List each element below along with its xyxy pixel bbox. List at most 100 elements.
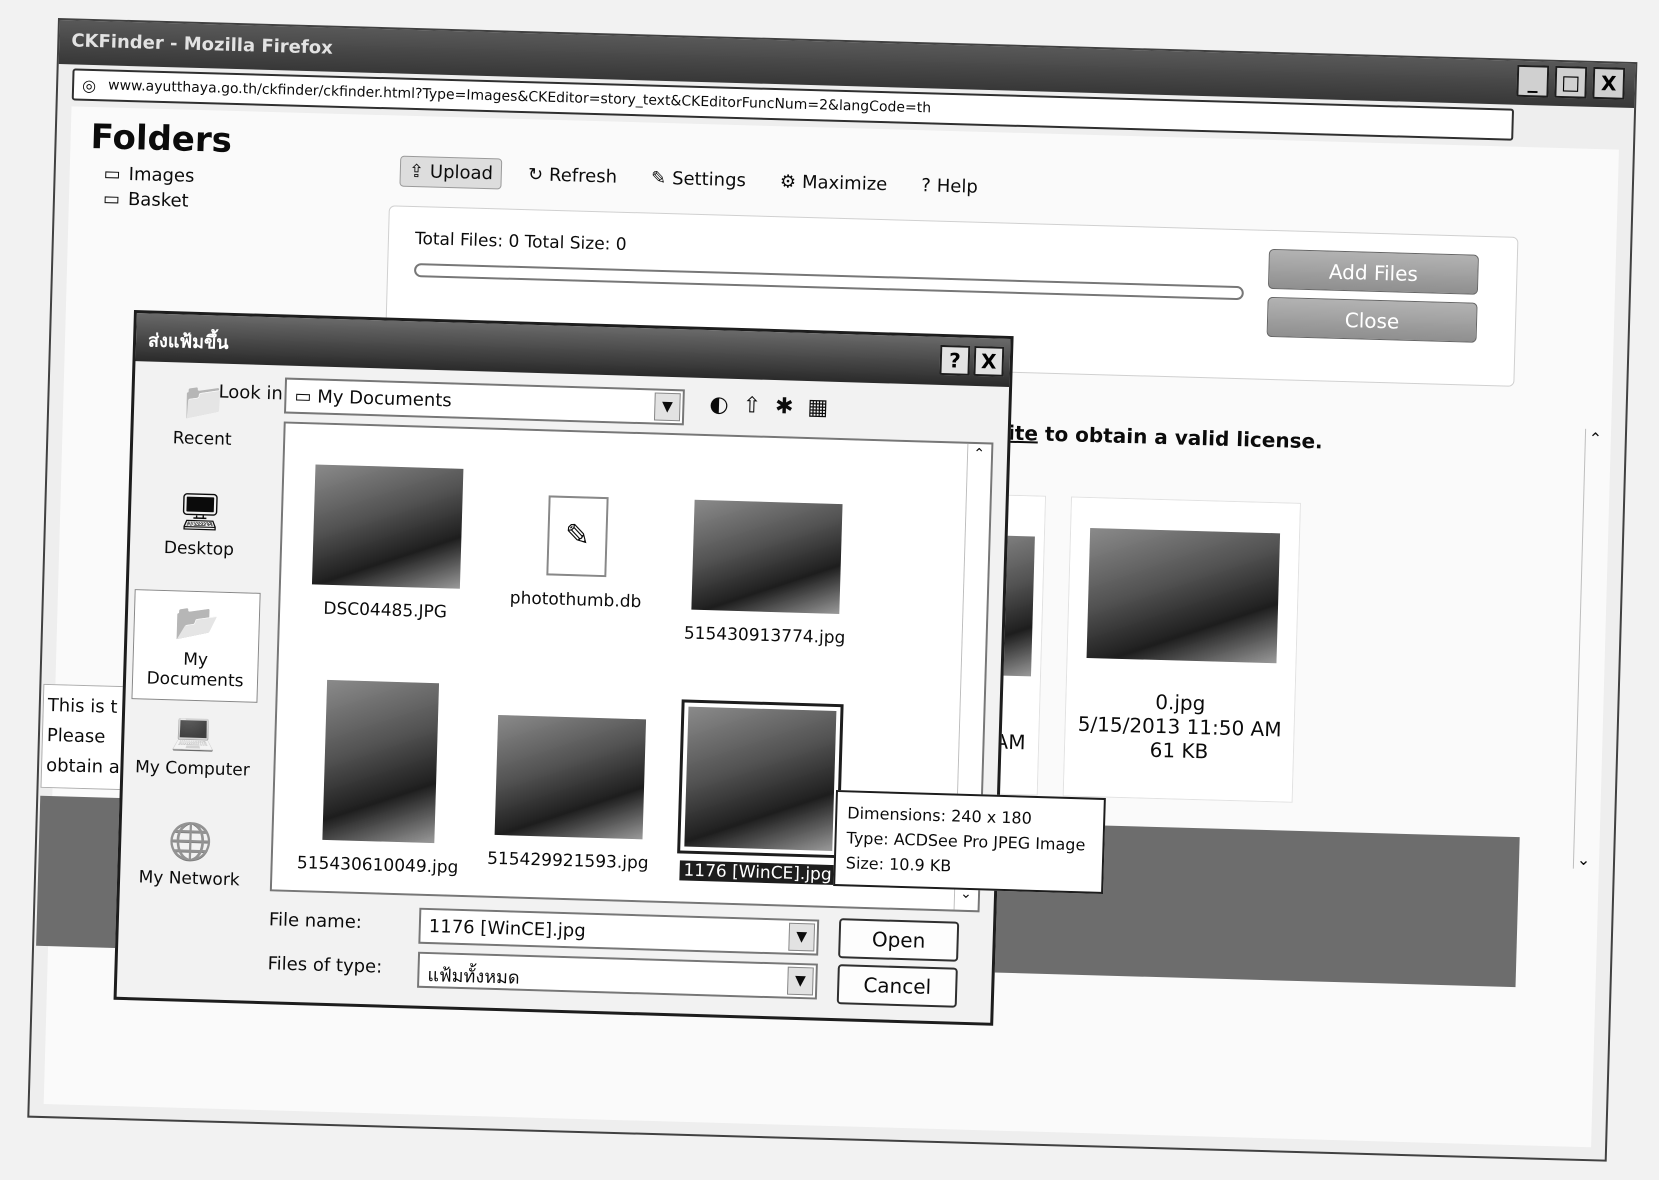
close-window-button[interactable]: X bbox=[1592, 66, 1626, 100]
chevron-down-icon[interactable]: ▼ bbox=[653, 392, 681, 422]
place-my-computer[interactable]: 💻 My Computer bbox=[128, 699, 257, 813]
my-documents-icon: 📂 bbox=[173, 602, 220, 645]
folder-icon: ▭ bbox=[103, 163, 121, 185]
place-label: My Network bbox=[138, 867, 240, 891]
help-button[interactable]: ? Help bbox=[913, 171, 986, 202]
scroll-down-icon: ⌄ bbox=[1576, 849, 1591, 870]
help-label: Help bbox=[936, 175, 979, 198]
file-open-dialog: ส่งแฟ้มขึ้น ? X 📁 Recent 🖥 Desktop 📂 My … bbox=[113, 310, 1014, 1026]
dialog-close-button[interactable]: X bbox=[973, 345, 1005, 377]
place-label: My Computer bbox=[134, 757, 251, 781]
browser-title: CKFinder - Mozilla Firefox bbox=[71, 30, 334, 59]
file-label: 1176 [WinCE].jpg bbox=[679, 860, 836, 886]
place-label: Recent bbox=[172, 428, 232, 450]
file-name-value: 1176 [WinCE].jpg bbox=[428, 916, 586, 942]
cancel-button[interactable]: Cancel bbox=[836, 964, 958, 1008]
upload-button[interactable]: ⇪ Upload bbox=[399, 155, 503, 190]
folder-label: Basket bbox=[127, 189, 189, 212]
window-controls: _ □ X bbox=[1516, 64, 1626, 100]
settings-label: Settings bbox=[671, 168, 747, 192]
folder-item-images[interactable]: ▭ Images bbox=[103, 163, 369, 191]
file-item-selected[interactable]: 1176 [WinCE].jpg bbox=[672, 690, 848, 886]
maximize-button[interactable]: ⚙ Maximize bbox=[771, 167, 895, 199]
file-label: 515429921593.jpg bbox=[486, 848, 649, 874]
up-folder-icon[interactable]: ⇧ bbox=[742, 393, 761, 419]
ckfinder-toolbar: ⇪ Upload ↻ Refresh ✎ Settings ⚙ Maximize… bbox=[399, 155, 986, 203]
settings-icon: ✎ bbox=[650, 167, 667, 190]
file-type-label: Files of type: bbox=[267, 953, 383, 978]
refresh-button[interactable]: ↻ Refresh bbox=[520, 160, 626, 192]
globe-icon: ◎ bbox=[81, 75, 97, 96]
chevron-down-icon[interactable]: ▼ bbox=[788, 922, 816, 952]
refresh-label: Refresh bbox=[548, 164, 618, 188]
places-bar: 📁 Recent 🖥 Desktop 📂 My Documents 💻 My C… bbox=[123, 369, 267, 994]
file-card-0jpg[interactable]: 0.jpg 5/15/2013 11:50 AM 61 KB bbox=[1062, 496, 1301, 803]
folder-icon: ▭ bbox=[102, 188, 121, 210]
file-item[interactable]: 515430913774.jpg bbox=[679, 475, 854, 648]
place-label: My Documents bbox=[146, 649, 244, 692]
scroll-up-icon: ⌃ bbox=[1588, 428, 1603, 449]
upload-label: Upload bbox=[429, 161, 494, 185]
place-label: Desktop bbox=[163, 537, 235, 561]
chevron-down-icon[interactable]: ▼ bbox=[786, 966, 814, 996]
refresh-icon: ↻ bbox=[527, 164, 544, 186]
file-item[interactable]: DSC04485.JPG bbox=[300, 464, 474, 623]
dialog-nav-icons: ◐ ⇧ ✱ ▦ bbox=[709, 392, 829, 421]
folders-panel: Folders ▭ Images ▭ Basket bbox=[89, 117, 372, 221]
help-icon: ? bbox=[920, 175, 932, 197]
desktop-icon: 🖥 bbox=[176, 491, 224, 534]
look-in-label: Look in: bbox=[218, 381, 290, 405]
dialog-controls: ? X bbox=[939, 344, 1005, 377]
folder-label: Images bbox=[128, 164, 195, 187]
file-type-value: แฟ้มทั้งหมด bbox=[427, 965, 520, 989]
file-tooltip: Dimensions: 240 x 180 Type: ACDSee Pro J… bbox=[833, 790, 1106, 894]
file-label: 515430913774.jpg bbox=[683, 623, 846, 649]
place-my-documents[interactable]: 📂 My Documents bbox=[131, 589, 261, 703]
open-button[interactable]: Open bbox=[838, 918, 960, 962]
license-text: to obtain a valid license. bbox=[1037, 421, 1324, 454]
back-icon[interactable]: ◐ bbox=[709, 392, 729, 418]
add-files-button[interactable]: Add Files bbox=[1267, 248, 1479, 295]
file-thumbnail bbox=[677, 699, 844, 859]
files-scrollbar[interactable]: ⌃ ⌄ bbox=[1572, 428, 1606, 870]
file-item[interactable]: ✎ photothumb.db bbox=[490, 470, 664, 613]
folders-title: Folders bbox=[90, 116, 233, 161]
file-name-label: File name: bbox=[268, 909, 363, 934]
my-network-icon: 🌐 bbox=[167, 821, 214, 864]
dialog-title: ส่งแฟ้มขึ้น bbox=[147, 330, 229, 354]
folder-icon: ▭ bbox=[294, 385, 318, 408]
folder-item-basket[interactable]: ▭ Basket bbox=[103, 188, 369, 216]
db-file-icon: ✎ bbox=[546, 495, 609, 578]
look-in-value: My Documents bbox=[316, 386, 453, 412]
minimize-button[interactable]: _ bbox=[1516, 64, 1550, 98]
look-in-select[interactable]: ▭ My Documents ▼ bbox=[283, 377, 685, 426]
upload-summary: Total Files: 0 Total Size: 0 bbox=[414, 229, 627, 255]
screenshot-stage: CKFinder - Mozilla Firefox _ □ X ◎ www.a… bbox=[0, 0, 1659, 1180]
new-folder-icon[interactable]: ✱ bbox=[775, 394, 794, 420]
place-desktop[interactable]: 🖥 Desktop bbox=[135, 479, 264, 593]
place-my-network[interactable]: 🌐 My Network bbox=[125, 809, 254, 923]
file-item[interactable]: 515430610049.jpg bbox=[292, 679, 468, 878]
scroll-up-icon[interactable]: ⌃ bbox=[970, 446, 989, 469]
my-computer-icon: 💻 bbox=[170, 711, 217, 754]
file-label: photothumb.db bbox=[509, 588, 642, 613]
maximize-icon: ⚙ bbox=[779, 171, 797, 193]
file-item[interactable]: 515429921593.jpg bbox=[483, 685, 658, 874]
file-label: 515430610049.jpg bbox=[296, 853, 459, 878]
view-menu-icon[interactable]: ▦ bbox=[807, 395, 829, 421]
file-thumbnail bbox=[311, 464, 464, 589]
file-thumbnail bbox=[1086, 528, 1281, 664]
upload-progress-bar bbox=[413, 263, 1244, 301]
settings-button[interactable]: ✎ Settings bbox=[643, 163, 755, 195]
file-label: DSC04485.JPG bbox=[323, 598, 448, 623]
close-panel-button[interactable]: Close bbox=[1266, 296, 1478, 343]
file-type-select[interactable]: แฟ้มทั้งหมด ▼ bbox=[417, 951, 818, 1000]
file-thumbnail bbox=[322, 679, 440, 844]
file-thumbnail bbox=[494, 714, 647, 840]
maximize-label: Maximize bbox=[801, 171, 888, 196]
dialog-help-button[interactable]: ? bbox=[939, 344, 971, 376]
file-thumbnail bbox=[691, 499, 843, 615]
upload-icon: ⇪ bbox=[408, 160, 425, 183]
file-name-input[interactable]: 1176 [WinCE].jpg ▼ bbox=[418, 907, 820, 956]
maximize-window-button[interactable]: □ bbox=[1554, 65, 1588, 99]
